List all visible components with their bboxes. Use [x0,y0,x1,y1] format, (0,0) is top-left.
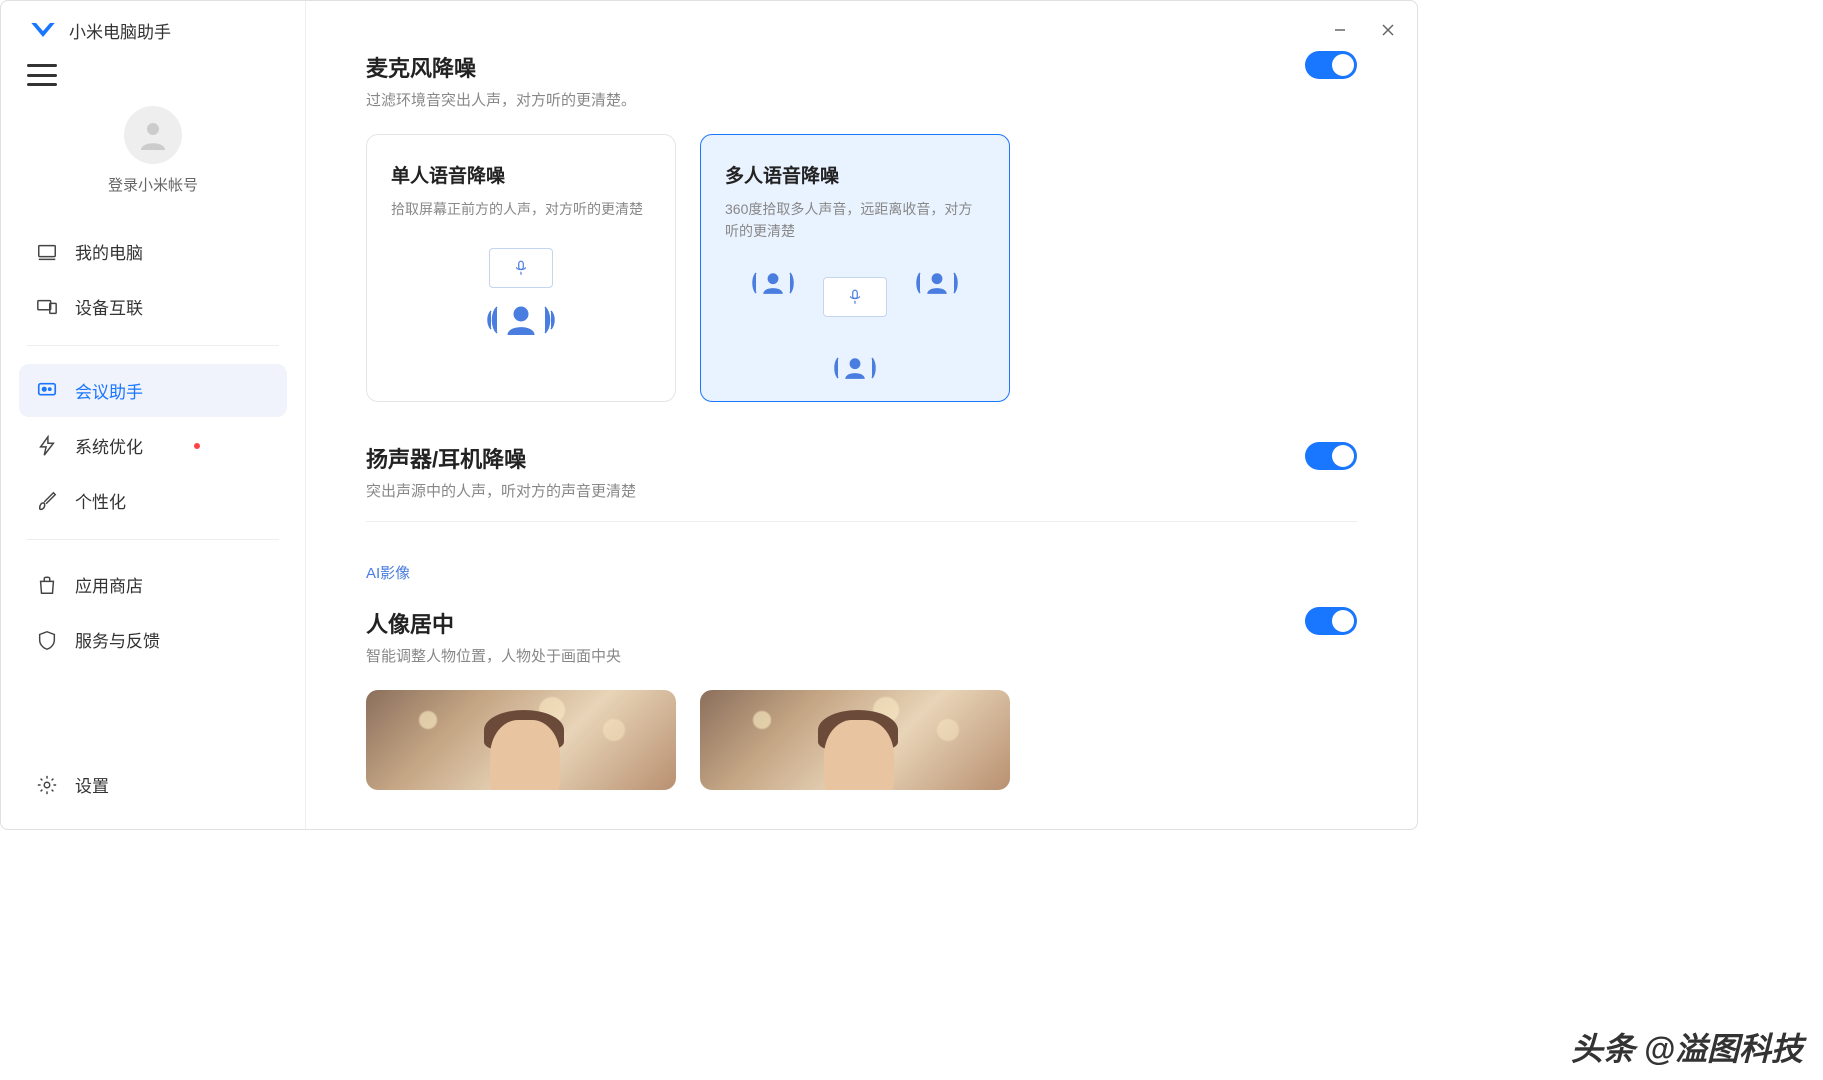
speaker-noise-setting: 扬声器/耳机降噪 突出声源中的人声，听对方的声音更清楚 [366,442,1357,501]
sidebar: 小米电脑助手 登录小米帐号 我的电脑 设备互联 会议助手 系统优化 [1,1,306,829]
menu-button[interactable] [27,64,57,86]
person-icon [910,270,964,296]
speaker-noise-toggle[interactable] [1305,442,1357,470]
sidebar-item-label: 服务与反馈 [75,627,160,652]
app-window: 小米电脑助手 登录小米帐号 我的电脑 设备互联 会议助手 系统优化 [0,0,1418,830]
setting-title: 麦克风降噪 [366,51,636,83]
app-logo-icon [29,16,57,44]
computer-icon [35,240,59,264]
portrait-preview-cards [366,690,1357,790]
shield-icon [35,628,59,652]
setting-description: 智能调整人物位置，人物处于画面中央 [366,645,621,666]
sidebar-item-label: 我的电脑 [75,239,143,264]
presentation-icon [35,379,59,403]
sidebar-item-label: 应用商店 [75,572,143,597]
mic-noise-setting: 麦克风降噪 过滤环境音突出人声，对方听的更清楚。 [366,51,1357,110]
ai-section-label: AI影像 [366,562,1357,583]
sidebar-item-my-computer[interactable]: 我的电脑 [19,225,287,278]
multi-voice-illustration [725,251,985,381]
avatar-icon [124,106,182,164]
login-label: 登录小米帐号 [108,174,198,195]
sidebar-footer: 设置 [19,758,287,811]
sidebar-item-label: 系统优化 [75,433,143,458]
sidebar-item-settings[interactable]: 设置 [19,758,287,811]
sidebar-item-device-link[interactable]: 设备互联 [19,280,287,333]
single-voice-illustration [391,228,651,358]
portrait-center-setting: 人像居中 智能调整人物位置，人物处于画面中央 [366,607,1357,666]
gear-icon [35,773,59,797]
sidebar-item-system-optimize[interactable]: 系统优化 [19,419,287,472]
account-section[interactable]: 登录小米帐号 [19,106,287,195]
portrait-preview-after[interactable] [700,690,1010,790]
card-description: 360度拾取多人声音，远距离收音，对方听的更清楚 [725,198,985,243]
person-icon [746,270,800,296]
setting-description: 过滤环境音突出人声，对方听的更清楚。 [366,89,636,110]
card-description: 拾取屏幕正前方的人声，对方听的更清楚 [391,198,651,220]
devices-icon [35,295,59,319]
close-button[interactable] [1379,21,1397,39]
sidebar-item-service-feedback[interactable]: 服务与反馈 [19,613,287,666]
brush-icon [35,489,59,513]
brand: 小米电脑助手 [19,16,287,44]
sidebar-item-label: 会议助手 [75,378,143,403]
divider [27,539,279,540]
watermark-text: 头条 @溢图科技 [1571,1024,1803,1070]
sidebar-item-label: 设置 [75,772,109,797]
sidebar-item-label: 设备互联 [75,294,143,319]
portrait-preview-before[interactable] [366,690,676,790]
sidebar-item-meeting-assistant[interactable]: 会议助手 [19,364,287,417]
sidebar-item-personalize[interactable]: 个性化 [19,474,287,527]
lightning-icon [35,434,59,458]
person-icon [483,302,559,338]
setting-title: 人像居中 [366,607,621,639]
mic-noise-toggle[interactable] [1305,51,1357,79]
shopping-bag-icon [35,573,59,597]
window-controls [1331,21,1397,39]
multi-voice-card[interactable]: 多人语音降噪 360度拾取多人声音，远距离收音，对方听的更清楚 [700,134,1010,402]
sidebar-item-app-store[interactable]: 应用商店 [19,558,287,611]
card-title: 多人语音降噪 [725,161,985,188]
card-title: 单人语音降噪 [391,161,651,188]
notification-dot-icon [194,443,200,449]
minimize-button[interactable] [1331,21,1349,39]
person-icon [828,355,882,381]
app-title: 小米电脑助手 [69,18,171,43]
microphone-icon [489,248,553,288]
setting-description: 突出声源中的人声，听对方的声音更清楚 [366,480,636,501]
single-voice-card[interactable]: 单人语音降噪 拾取屏幕正前方的人声，对方听的更清楚 [366,134,676,402]
setting-title: 扬声器/耳机降噪 [366,442,636,474]
portrait-center-toggle[interactable] [1305,607,1357,635]
mic-mode-cards: 单人语音降噪 拾取屏幕正前方的人声，对方听的更清楚 多人语音降噪 360度 [366,134,1357,402]
microphone-icon [823,277,887,317]
divider [27,345,279,346]
divider [366,521,1357,522]
sidebar-item-label: 个性化 [75,488,126,513]
content: 麦克风降噪 过滤环境音突出人声，对方听的更清楚。 单人语音降噪 拾取屏幕正前方的… [306,1,1417,829]
